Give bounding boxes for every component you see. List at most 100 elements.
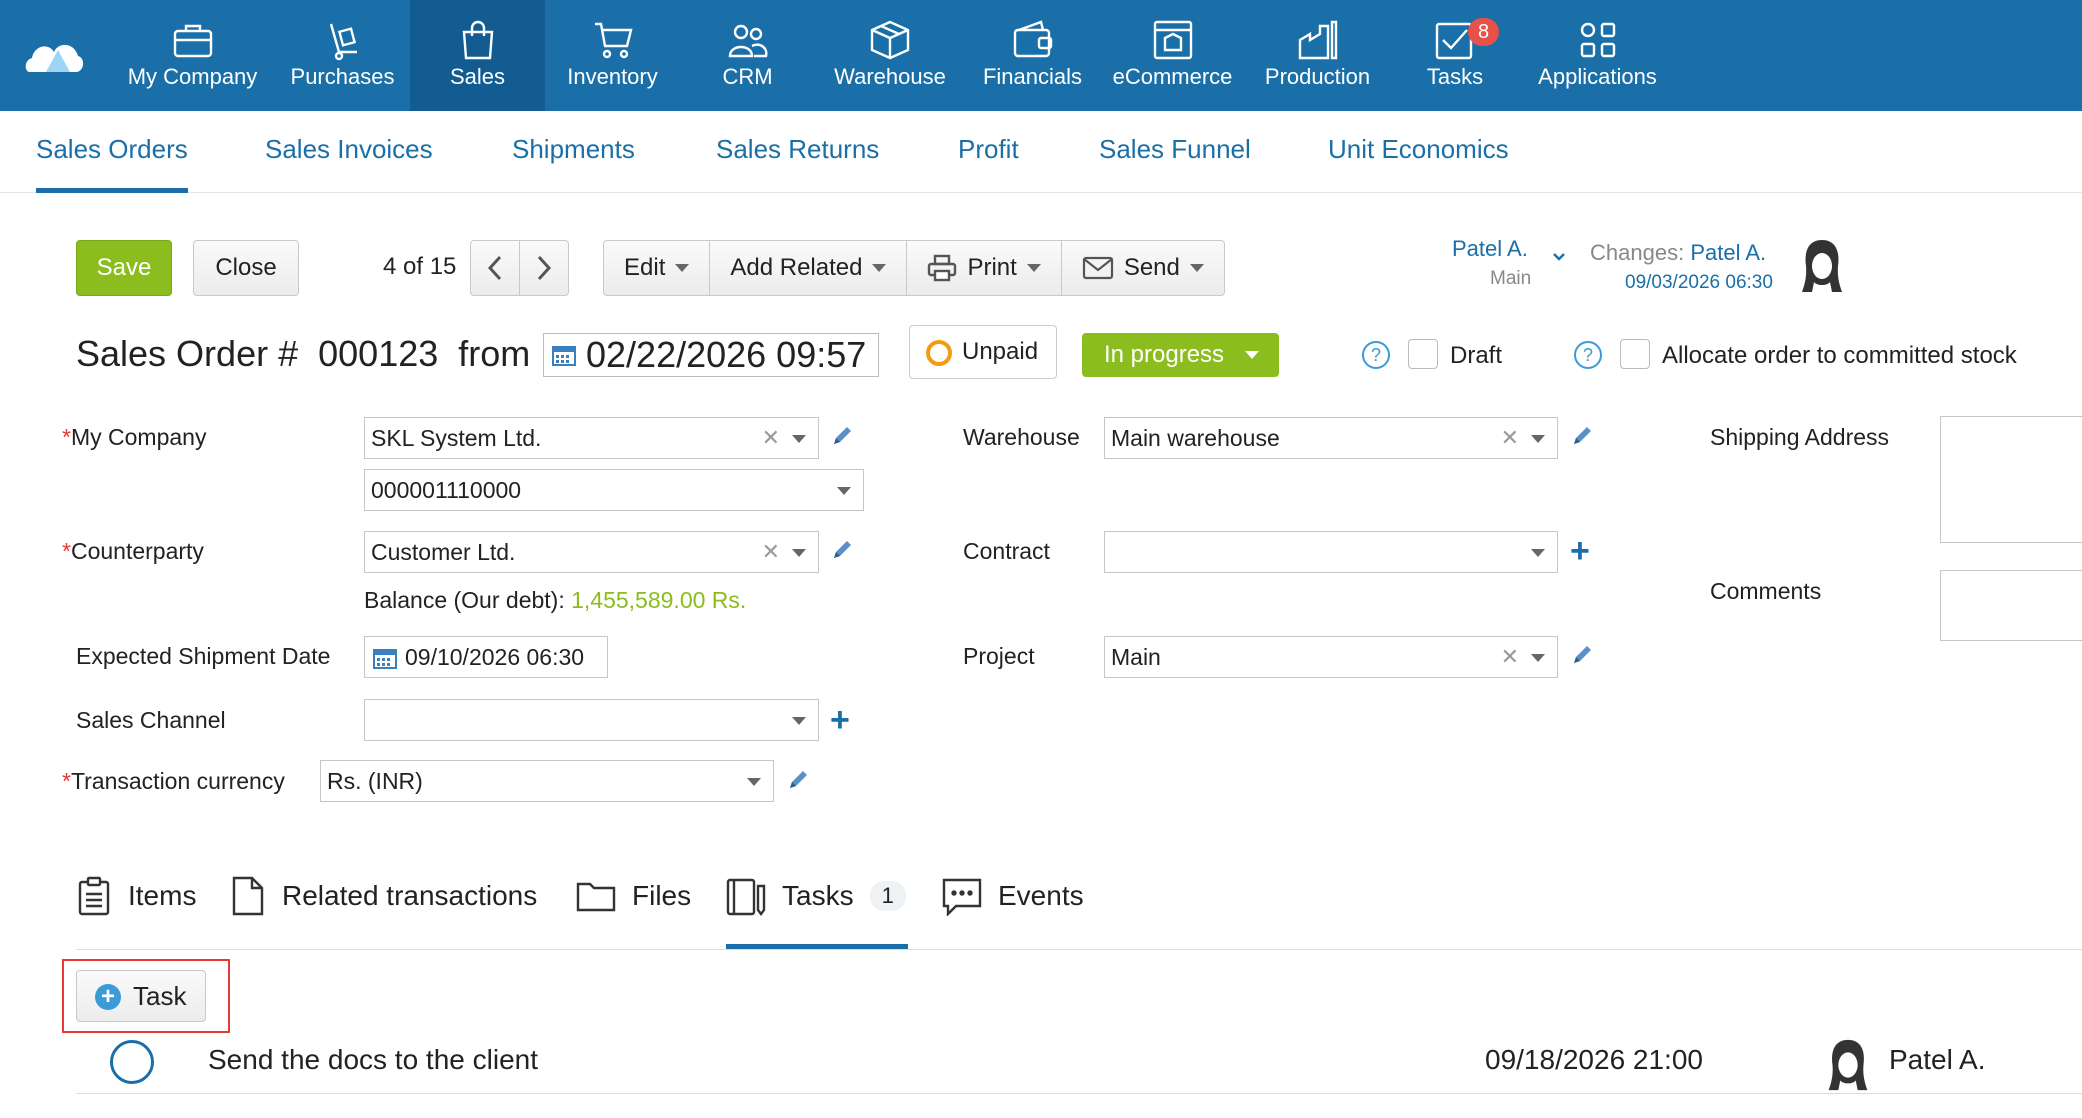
wallet-icon — [1013, 20, 1052, 58]
task-title[interactable]: Send the docs to the client — [208, 1044, 538, 1076]
project-label: Project — [963, 643, 1035, 669]
tab-tasks[interactable]: Tasks 1 — [726, 868, 906, 924]
nav-production[interactable]: Production — [1245, 0, 1390, 111]
warehouse-select[interactable]: Main warehouse ✕ — [1104, 417, 1558, 459]
task-assignee: Patel A. — [1889, 1044, 1986, 1075]
tab-items[interactable]: Items — [76, 868, 196, 924]
nav-inventory[interactable]: Inventory — [545, 0, 680, 111]
bank-account-select[interactable]: 000001110000 — [364, 469, 864, 511]
shipping-address-label: Shipping Address — [1710, 424, 1890, 450]
order-date-input[interactable]: 02/22/2026 09:57 — [543, 333, 879, 377]
factory-icon — [1298, 20, 1337, 60]
app-logo-icon[interactable] — [24, 32, 84, 76]
changes-user-link[interactable]: Patel A. — [1690, 240, 1766, 265]
edit-menu-button[interactable]: Edit — [604, 241, 711, 295]
subtab-profit[interactable]: Profit — [958, 111, 1019, 193]
subtab-sales-funnel[interactable]: Sales Funnel — [1099, 111, 1251, 193]
contract-select[interactable] — [1104, 531, 1558, 573]
counterparty-select[interactable]: Customer Ltd. ✕ — [364, 531, 819, 573]
task-row[interactable]: Send the docs to the client 09/18/2026 2… — [76, 1036, 2082, 1094]
nav-financials[interactable]: Financials — [965, 0, 1100, 111]
tab-related-transactions[interactable]: Related transactions — [230, 868, 537, 924]
allocate-help-icon[interactable]: ? — [1574, 341, 1602, 369]
allocate-checkbox[interactable] — [1620, 339, 1650, 369]
pager-buttons — [470, 240, 569, 296]
allocate-label: Allocate order to committed stock — [1662, 342, 2017, 369]
avatar[interactable] — [1800, 236, 1844, 296]
clear-icon[interactable]: ✕ — [1501, 637, 1519, 677]
chevron-left-icon — [487, 255, 502, 281]
nav-my-company[interactable]: My Company — [120, 0, 265, 111]
order-status-dropdown[interactable]: In progress — [1082, 333, 1279, 377]
next-button[interactable] — [520, 241, 568, 295]
apps-grid-icon — [1580, 22, 1615, 58]
nav-sales[interactable]: Sales — [410, 0, 545, 111]
add-task-button[interactable]: + Task — [76, 970, 206, 1022]
nav-applications[interactable]: Applications — [1520, 0, 1675, 111]
folder-icon — [576, 882, 616, 912]
clear-icon[interactable]: ✕ — [1501, 418, 1519, 458]
shipping-address-textarea[interactable] — [1940, 416, 2082, 543]
nav-crm[interactable]: CRM — [680, 0, 815, 111]
people-icon — [728, 24, 767, 58]
tasks-count-badge: 1 — [869, 881, 906, 911]
subtab-sales-returns[interactable]: Sales Returns — [716, 111, 879, 193]
envelope-icon — [1082, 256, 1113, 280]
payment-status-button[interactable]: Unpaid — [909, 325, 1057, 379]
shipment-date-input[interactable]: 09/10/2026 06:30 — [364, 636, 608, 678]
clear-icon[interactable]: ✕ — [762, 532, 780, 572]
counterparty-label: *Counterparty — [62, 538, 204, 564]
changes-info: Changes: Patel A. — [1590, 240, 1767, 265]
project-select[interactable]: Main ✕ — [1104, 636, 1558, 678]
add-contract-icon[interactable]: + — [1570, 534, 1590, 568]
top-navigation: My Company Purchases Sales Inventory CRM… — [0, 0, 2082, 111]
add-related-menu-button[interactable]: Add Related — [710, 241, 908, 295]
balance-amount[interactable]: 1,455,589.00 Rs. — [571, 587, 746, 613]
draft-help-icon[interactable]: ? — [1362, 341, 1390, 369]
owner-department: Main — [1490, 268, 1532, 289]
add-sales-channel-icon[interactable]: + — [830, 703, 850, 737]
print-menu-button[interactable]: Print — [907, 241, 1062, 295]
close-button[interactable]: Close — [193, 240, 299, 296]
nav-ecommerce[interactable]: eCommerce — [1100, 0, 1245, 111]
previous-button[interactable] — [471, 241, 520, 295]
edit-pencil-icon[interactable] — [1570, 643, 1594, 667]
subtab-sales-invoices[interactable]: Sales Invoices — [265, 111, 433, 193]
currency-select[interactable]: Rs. (INR) — [320, 760, 774, 802]
edit-pencil-icon[interactable] — [786, 768, 810, 792]
currency-label: *Transaction currency — [62, 768, 285, 794]
chevron-down-icon — [792, 717, 806, 725]
avatar — [1828, 1039, 1868, 1091]
chevron-down-icon — [792, 549, 806, 557]
action-button-group: Edit Add Related Print Send — [603, 240, 1225, 296]
draft-checkbox[interactable] — [1408, 339, 1438, 369]
tab-files[interactable]: Files — [576, 868, 691, 924]
counterparty-balance: Balance (Our debt): 1,455,589.00 Rs. — [364, 587, 747, 613]
warehouse-label: Warehouse — [963, 424, 1080, 450]
nav-tasks[interactable]: 8 Tasks — [1390, 0, 1520, 111]
tab-events[interactable]: Events — [942, 868, 1084, 924]
comments-textarea[interactable] — [1940, 570, 2082, 641]
briefcase-icon — [173, 24, 212, 58]
my-company-select[interactable]: SKL System Ltd. ✕ — [364, 417, 819, 459]
nav-warehouse[interactable]: Warehouse — [815, 0, 965, 111]
nav-purchases[interactable]: Purchases — [275, 0, 410, 111]
edit-pencil-icon[interactable] — [830, 538, 854, 562]
owner-selector[interactable]: Patel A. — [1452, 236, 1566, 262]
edit-pencil-icon[interactable] — [1570, 424, 1594, 448]
changes-date: 09/03/2026 06:30 — [1625, 272, 1773, 293]
edit-pencil-icon[interactable] — [830, 424, 854, 448]
task-complete-checkbox[interactable] — [110, 1040, 154, 1084]
save-button[interactable]: Save — [76, 240, 172, 296]
chevron-down-icon — [1553, 253, 1565, 261]
box-icon — [870, 20, 910, 60]
subtab-unit-economics[interactable]: Unit Economics — [1328, 111, 1509, 193]
sales-channel-label: Sales Channel — [76, 707, 226, 733]
subtab-shipments[interactable]: Shipments — [512, 111, 635, 193]
active-tab-indicator — [726, 944, 908, 949]
clipboard-icon — [78, 876, 110, 916]
send-menu-button[interactable]: Send — [1062, 241, 1224, 295]
sales-channel-select[interactable] — [364, 699, 819, 741]
subtab-sales-orders[interactable]: Sales Orders — [36, 111, 188, 193]
clear-icon[interactable]: ✕ — [762, 418, 780, 458]
